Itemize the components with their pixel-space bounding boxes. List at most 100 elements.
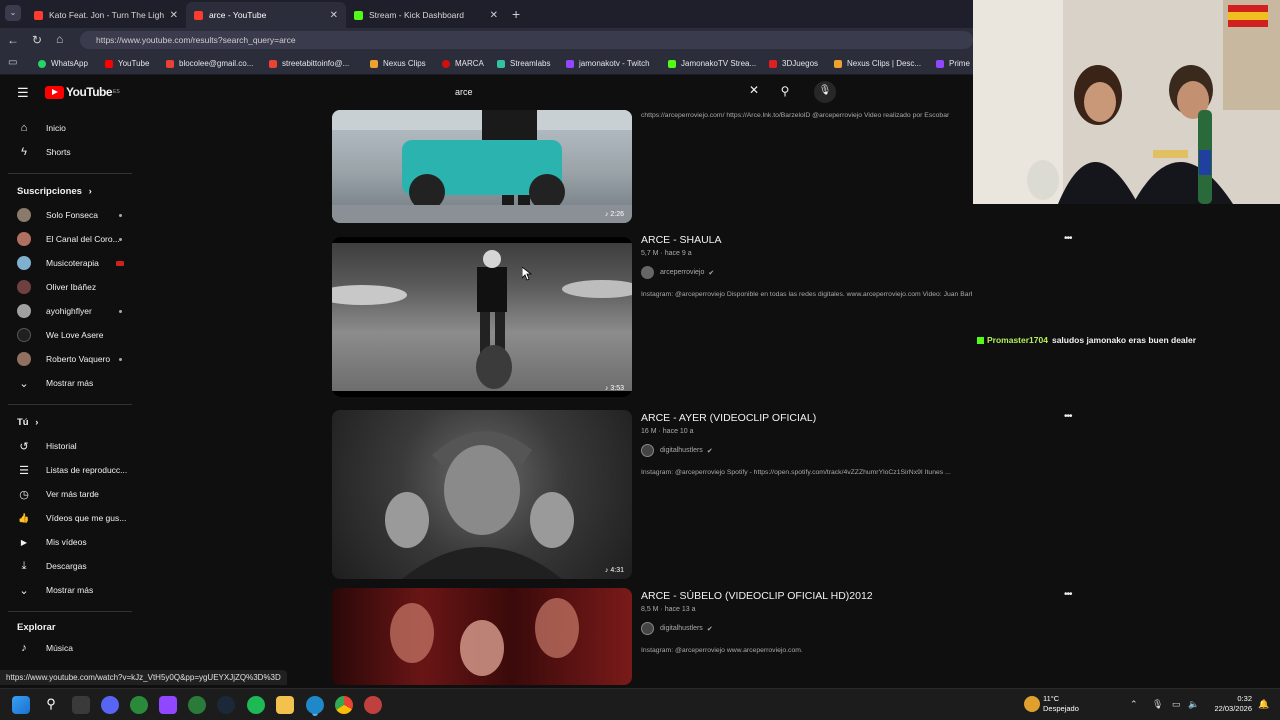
bookmark-kick[interactable]: JamonakoTV Strea...	[668, 59, 756, 68]
bookmark-marca[interactable]: MARCA	[442, 59, 484, 68]
history-icon: ↺	[19, 440, 29, 453]
avatar	[17, 280, 31, 294]
clear-search-icon[interactable]: ✕	[749, 83, 759, 97]
more-options-icon[interactable]: •••	[1064, 411, 1072, 422]
video-thumbnail-shaula[interactable]: ♪ 3:53	[332, 237, 632, 397]
sidebar-sub-musicoterapia[interactable]: Musicoterapia	[0, 252, 140, 274]
gear-app-icon[interactable]	[188, 696, 206, 714]
search-button[interactable]: ⚲	[772, 80, 798, 104]
my-videos-icon: ▶	[20, 537, 28, 547]
tab-kato[interactable]: Kato Feat. Jon - Turn The Lights Of ✕	[26, 2, 186, 28]
bookmark-prime[interactable]: Prime	[936, 59, 970, 68]
bookmark-twitch[interactable]: jamonakotv - Twitch	[566, 59, 650, 68]
folder-icon[interactable]	[276, 696, 294, 714]
more-options-icon[interactable]: •••	[1064, 589, 1072, 600]
more-options-icon[interactable]: •••	[1064, 233, 1072, 244]
video-duration: ♪ 4:31	[604, 567, 624, 574]
sidebar-item-mis-videos[interactable]: ▶ Mis vídeos	[0, 531, 140, 553]
video-thumbnail-ayer[interactable]: ♪ 4:31	[332, 410, 632, 579]
new-tab-icon[interactable]: +	[512, 6, 520, 22]
sidebar-toggle-icon[interactable]: ▭	[8, 57, 17, 68]
sidebar-item-inicio[interactable]: ⌂ Inicio	[0, 117, 140, 139]
sidebar: ⌂ Inicio ϟ Shorts Suscripciones › Solo Fon…	[0, 75, 140, 685]
clock[interactable]: 0:32 22/03/2026	[1208, 694, 1252, 714]
bookmark-label: blocolee@gmail.co...	[179, 59, 254, 68]
bookmark-nexus-desc[interactable]: Nexus Clips | Desc...	[834, 59, 921, 68]
sidebar-item-descargas[interactable]: ⤓ Descargas	[0, 555, 140, 577]
youtube-favicon-icon	[34, 10, 43, 20]
search-input[interactable]: arce	[447, 82, 772, 103]
chevron-right-icon: ›	[88, 186, 92, 197]
tab-arce-youtube[interactable]: arce - YouTube ✕	[186, 2, 346, 28]
tab-close-icon[interactable]: ✕	[170, 10, 178, 21]
notification-icon[interactable]: 🔔	[1258, 699, 1269, 710]
sidebar-show-more[interactable]: ⌄ Mostrar más	[0, 372, 140, 394]
verified-icon: ✔	[708, 269, 715, 277]
sidebar-item-ver-mas-tarde[interactable]: ◷ Ver más tarde	[0, 483, 140, 505]
video-title[interactable]: ARCE - AYER (VIDEOCLIP OFICIAL)	[641, 412, 816, 424]
sidebar-sub-oliver[interactable]: Oliver Ibáñez	[0, 276, 140, 298]
edge-icon[interactable]	[306, 696, 324, 714]
sidebar-item-liked[interactable]: 👍 Vídeos que me gus...	[0, 507, 140, 529]
network-icon[interactable]: ▭	[1172, 699, 1181, 710]
video-thumbnail-subelo[interactable]	[332, 588, 632, 685]
sidebar-sub-solo-fonseca[interactable]: Solo Fonseca	[0, 204, 140, 226]
sidebar-sub-roberto[interactable]: Roberto Vaquero	[0, 348, 140, 370]
search-icon[interactable]: ⚲	[42, 696, 60, 714]
bookmark-gmail-2[interactable]: streetabittoinfo@...	[269, 59, 349, 68]
twitch-app-icon[interactable]	[159, 696, 177, 714]
bookmark-gmail-1[interactable]: blocolee@gmail.co...	[166, 59, 253, 68]
sidebar-item-label: Mis vídeos	[46, 537, 87, 547]
tab-list-icon[interactable]: ⌄	[5, 5, 21, 21]
voice-search-button[interactable]: 🎙	[814, 81, 836, 103]
chrome-icon[interactable]	[335, 696, 353, 714]
volume-icon[interactable]: 🔈	[1188, 699, 1199, 710]
sidebar-show-more-2[interactable]: ⌄ Mostrar más	[0, 579, 140, 601]
you-heading[interactable]: Tú ›	[17, 417, 38, 428]
tab-close-icon[interactable]: ✕	[490, 10, 498, 21]
url-field[interactable]: https://www.youtube.com/results?search_q…	[80, 31, 973, 49]
app-icon[interactable]	[364, 696, 382, 714]
xbox-icon[interactable]	[130, 696, 148, 714]
bookmark-youtube[interactable]: YouTube	[105, 59, 149, 68]
bookmark-nexus-clips[interactable]: Nexus Clips	[370, 59, 426, 68]
discord-icon[interactable]	[101, 696, 119, 714]
weather-widget[interactable]: 11°C Despejado	[1043, 694, 1079, 714]
sidebar-item-listas[interactable]: ☰ Listas de reproducc...	[0, 459, 140, 481]
home-icon[interactable]: ⌂	[56, 32, 63, 46]
mic-icon[interactable]: 🎙	[1152, 699, 1163, 710]
sidebar-sub-we-love-asere[interactable]: We Love Asere	[0, 324, 140, 346]
spotify-icon[interactable]	[247, 696, 265, 714]
subscriptions-heading[interactable]: Suscripciones ›	[17, 186, 92, 197]
chevron-down-icon: ⌄	[19, 377, 29, 390]
chevron-up-icon[interactable]: ⌃	[1130, 699, 1138, 710]
tab-kick-dashboard[interactable]: Stream - Kick Dashboard ✕	[346, 2, 506, 28]
bookmark-3djuegos[interactable]: 3DJuegos	[769, 59, 818, 68]
sidebar-item-shorts[interactable]: ϟ Shorts	[0, 141, 140, 163]
sidebar-item-musica[interactable]: ♪ Música	[0, 637, 140, 659]
browser-tab-bar: ⌄ Kato Feat. Jon - Turn The Lights Of ✕ …	[0, 0, 973, 28]
bookmark-streamlabs[interactable]: Streamlabs	[497, 59, 550, 68]
start-icon[interactable]	[12, 696, 30, 714]
tab-close-icon[interactable]: ✕	[330, 10, 338, 21]
back-icon[interactable]: ←	[7, 33, 19, 47]
steam-icon[interactable]	[217, 696, 235, 714]
sidebar-item-label: ayohighflyer	[46, 306, 92, 316]
sidebar-sub-ayohighflyer[interactable]: ayohighflyer	[0, 300, 140, 322]
sidebar-item-historial[interactable]: ↺ Historial	[0, 435, 140, 457]
video-title[interactable]: ARCE - SHAULA	[641, 234, 722, 246]
bookmark-whatsapp[interactable]: WhatsApp	[38, 59, 88, 68]
sidebar-item-label: Vídeos que me gus...	[46, 513, 127, 523]
thumbs-up-icon: 👍	[18, 512, 30, 523]
reload-icon[interactable]: ↻	[32, 33, 42, 47]
video-thumbnail-barzelo[interactable]: ♪ 2:26	[332, 110, 632, 223]
video-channel[interactable]: digitalhustlers ✔	[641, 444, 713, 457]
video-channel[interactable]: arceperroviejo ✔	[641, 266, 714, 279]
video-title[interactable]: ARCE - SÚBELO (VIDEOCLIP OFICIAL HD)2012	[641, 590, 873, 602]
sidebar-sub-el-canal[interactable]: El Canal del Coro...	[0, 228, 140, 250]
video-channel[interactable]: digitalhustlers ✔	[641, 622, 713, 635]
chevron-down-icon: ⌄	[19, 584, 29, 597]
sidebar-item-label: Solo Fonseca	[46, 210, 98, 220]
bookmark-label: jamonakotv - Twitch	[579, 59, 650, 68]
task-view-icon[interactable]	[72, 696, 90, 714]
